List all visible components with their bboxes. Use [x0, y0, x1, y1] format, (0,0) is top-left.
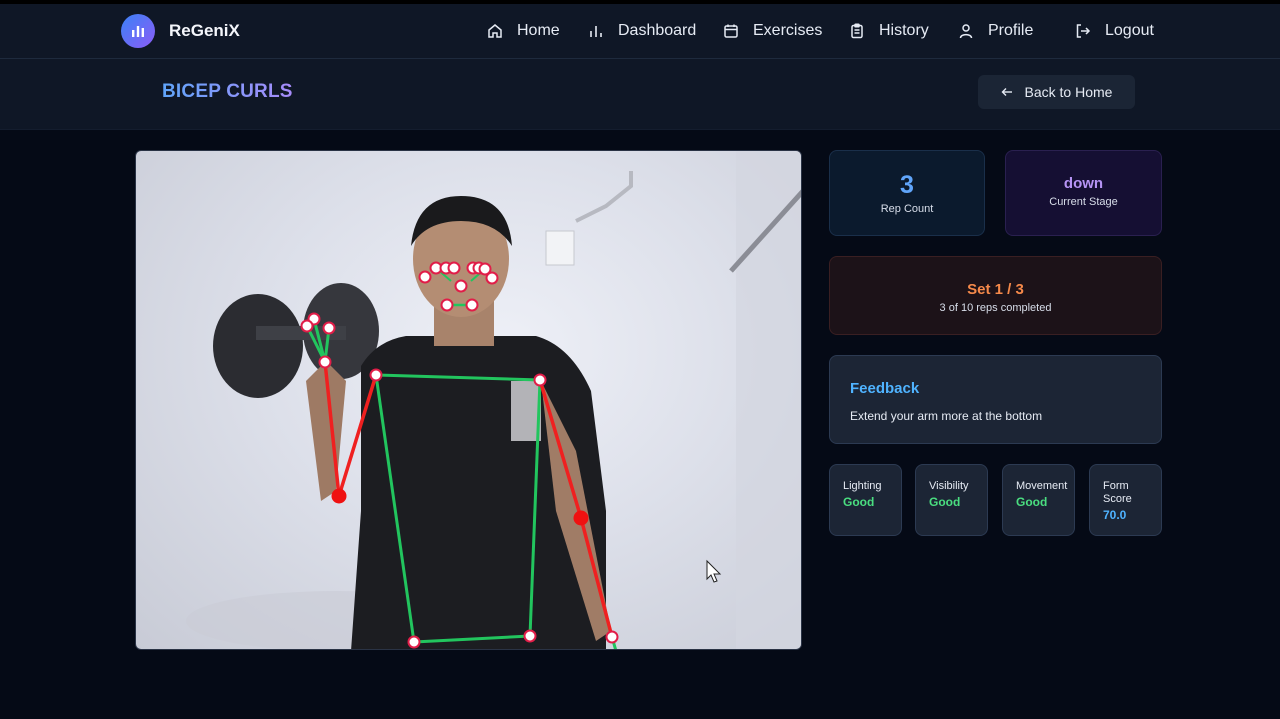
mouse-cursor-icon	[706, 559, 722, 583]
metric-label: Movement	[1016, 480, 1068, 492]
current-stage-label: Current Stage	[1049, 196, 1118, 208]
current-stage-value: down	[1063, 175, 1104, 192]
page-title: BICEP CURLS	[162, 81, 293, 102]
wall-switch	[545, 230, 575, 266]
feedback-card: Feedback Extend your arm more at the bot…	[829, 355, 1162, 444]
set-title: Set 1 / 3	[967, 281, 1024, 298]
user-icon	[959, 24, 973, 39]
wall-lamp-arm	[575, 171, 633, 223]
nav-logout[interactable]: Logout	[1075, 22, 1154, 40]
metric-score-value: 70.0	[1103, 508, 1127, 522]
metric-visibility: Visibility Good	[915, 464, 988, 536]
metric-label: Lighting	[843, 480, 882, 492]
nav-dashboard-label: Dashboard	[618, 22, 697, 39]
set-subtitle: 3 of 10 reps completed	[939, 302, 1052, 314]
metric-label: Visibility	[929, 480, 969, 492]
nav-history[interactable]: History	[849, 22, 929, 40]
logout-icon	[1076, 24, 1091, 38]
brand[interactable]: ReGeniX	[121, 14, 240, 48]
nav-exercises[interactable]: Exercises	[723, 22, 822, 40]
metric-value: Good	[843, 495, 875, 509]
metric-movement: Movement Good	[1002, 464, 1075, 536]
bar-chart-icon	[590, 26, 602, 37]
brand-name: ReGeniX	[169, 21, 240, 40]
nav-profile[interactable]: Profile	[958, 22, 1033, 40]
nav-history-label: History	[879, 22, 929, 39]
metric-label: Form Score	[1103, 480, 1132, 505]
nav-home-label: Home	[517, 22, 560, 39]
nav-dashboard[interactable]: Dashboard	[588, 22, 696, 40]
metric-value: Good	[929, 495, 961, 509]
rep-count-value: 3	[900, 171, 914, 199]
nav-exercises-label: Exercises	[753, 22, 823, 39]
set-progress-card: Set 1 / 3 3 of 10 reps completed	[829, 256, 1162, 335]
skeleton-right-elbow	[573, 510, 589, 526]
feedback-message: Extend your arm more at the bottom	[850, 409, 1043, 423]
rep-count-label: Rep Count	[880, 203, 934, 215]
back-to-home-label: Back to Home	[1024, 84, 1113, 100]
dumbbell-plate-left	[213, 294, 303, 398]
nav-logout-label: Logout	[1105, 22, 1154, 39]
webcam-feed	[135, 150, 802, 650]
feedback-title: Feedback	[850, 380, 920, 397]
clipboard-icon	[851, 23, 863, 39]
page-header: BICEP CURLS Back to Home	[0, 59, 1280, 130]
nav-profile-label: Profile	[988, 22, 1034, 39]
metric-lighting: Lighting Good	[829, 464, 902, 536]
back-to-home-button[interactable]: Back to Home	[978, 75, 1135, 109]
calendar-icon	[724, 24, 738, 38]
arrow-left-icon	[1001, 88, 1012, 96]
home-icon	[488, 24, 502, 38]
navbar: ReGeniX Home Dashboard Exercises History…	[0, 4, 1280, 59]
chart-bars-icon	[121, 14, 155, 48]
rep-count-card: 3 Rep Count	[829, 150, 985, 236]
current-stage-card: down Current Stage	[1005, 150, 1162, 236]
pose-overlay	[186, 151, 801, 649]
nav-home[interactable]: Home	[487, 22, 560, 40]
metric-value: Good	[1016, 495, 1048, 509]
metric-form-score: Form Score 70.0	[1089, 464, 1162, 536]
skeleton-left-elbow	[331, 488, 347, 504]
